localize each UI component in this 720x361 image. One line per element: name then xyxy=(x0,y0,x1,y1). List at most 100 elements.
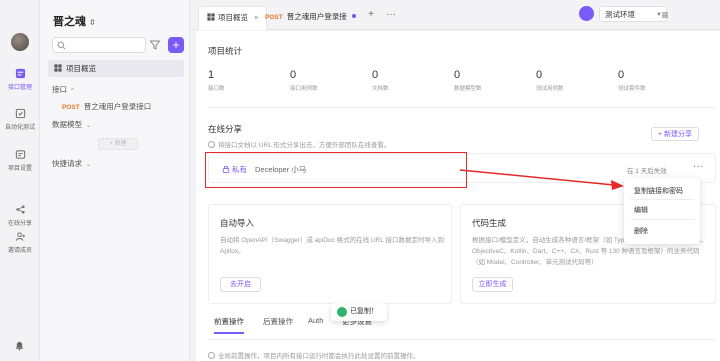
rail-item-share[interactable]: 在线分享 xyxy=(0,204,40,227)
add-tab-button[interactable]: + xyxy=(365,9,377,21)
left-rail: 接口管理 自动化测试 项目设置 在线分享 邀请成员 xyxy=(0,0,40,361)
settings-icon xyxy=(15,150,25,159)
card-title: 自动导入 xyxy=(220,218,255,228)
stat-label: 接口数 xyxy=(208,86,225,92)
share-title: 在线分享 xyxy=(208,124,243,134)
tab-post-ops[interactable]: 后置操作 xyxy=(263,316,293,327)
hint-text: 将接口文档以 URL 形式分享出去，方便外部团队在线查看。 xyxy=(218,142,391,149)
menu-divider xyxy=(630,199,694,200)
chevron-updown-icon: ⇳ xyxy=(89,18,96,27)
tab-label: 晋之魂用户登录接 xyxy=(286,12,347,21)
chevron-down-icon: ⌄ xyxy=(86,162,92,168)
sidebar-item-api[interactable]: POST 晋之魂用户登录接口 xyxy=(62,101,151,112)
search-input[interactable] xyxy=(52,37,146,53)
stat-value: 0 xyxy=(536,69,543,81)
api-name: 晋之魂用户登录接口 xyxy=(83,102,152,111)
avatar[interactable] xyxy=(11,33,29,51)
stat-value: 0 xyxy=(290,69,297,81)
stat-apis: 1 接口数 xyxy=(208,69,225,92)
bell-icon[interactable] xyxy=(14,340,25,351)
check-icon xyxy=(337,307,347,317)
toast-text: 已复制！ xyxy=(350,308,378,315)
chevron-down-icon: ⌄ xyxy=(86,123,92,129)
method-badge: POST xyxy=(62,104,80,111)
card-description: 自动将 OpenAPI（Swagger）或 apiDoc 格式的在线 URL 接… xyxy=(220,237,445,255)
sidebar-item-label: 项目概览 xyxy=(66,64,96,73)
sidebar-section-shortcuts[interactable]: 快捷请求 ⌄ xyxy=(52,158,91,169)
share-icon xyxy=(15,205,25,214)
footer-hint: 全局前置操作，项目内所有接口运行时都会执行此处设置的前置操作。 xyxy=(208,350,420,360)
info-icon xyxy=(208,141,215,148)
overview-icon xyxy=(207,13,215,21)
more-tabs-button[interactable]: ··· xyxy=(385,9,397,21)
search-icon xyxy=(57,41,66,50)
api-icon xyxy=(15,68,25,79)
stat-label: 测试用例数 xyxy=(536,86,564,92)
project-name: 晋之魂 xyxy=(53,16,86,28)
tab-label: 项目概览 xyxy=(218,13,248,22)
stats-title: 项目统计 xyxy=(208,46,243,56)
share-actions-menu: 复制链接和密码 编辑 删除 xyxy=(624,178,700,244)
menu-item-copy-link[interactable]: 复制链接和密码 xyxy=(634,186,683,196)
sidebar-section-api[interactable]: 接口 ^ xyxy=(52,84,74,95)
copied-toast: 已复制！ xyxy=(331,303,387,321)
filter-icon[interactable] xyxy=(149,39,161,51)
sidebar-item-overview[interactable]: 项目概览 xyxy=(48,60,184,77)
tab-api[interactable]: POST 晋之魂用户登录接 xyxy=(257,6,364,30)
tab-bar: 项目概览 × POST 晋之魂用户登录接 + ··· 测试环境 ▼ ≡ xyxy=(190,0,720,30)
share-expiry: 在 1 天后失效 xyxy=(627,168,667,175)
project-selector[interactable]: 晋之魂 ⇳ xyxy=(53,13,96,29)
tab-pre-ops[interactable]: 前置操作 xyxy=(214,316,244,334)
rail-item-test[interactable]: 自动化测试 xyxy=(0,108,40,131)
new-model-button[interactable]: + 新建 xyxy=(98,138,138,150)
section-label: 数据模型 xyxy=(52,120,82,129)
stat-value: 0 xyxy=(618,69,625,81)
rail-item-invite[interactable]: 邀请成员 xyxy=(0,231,40,254)
card-title: 代码生成 xyxy=(472,218,507,228)
tab-auth[interactable]: Auth xyxy=(308,316,323,325)
rail-item-label: 接口管理 xyxy=(7,85,32,91)
stat-label: 接口用例数 xyxy=(290,86,318,92)
new-share-button[interactable]: + 新建分享 xyxy=(651,127,699,141)
menu-divider xyxy=(630,219,694,220)
invite-icon xyxy=(15,232,25,241)
menu-item-delete[interactable]: 删除 xyxy=(634,226,648,236)
stat-value: 1 xyxy=(208,69,215,81)
divider xyxy=(208,107,716,108)
section-label: 快捷请求 xyxy=(52,159,82,168)
stat-value: 0 xyxy=(454,69,461,81)
annotation-highlight-box xyxy=(205,152,467,188)
environment-icon[interactable] xyxy=(579,6,594,21)
share-hint: 将接口文档以 URL 形式分享出去，方便外部团队在线查看。 xyxy=(208,139,390,149)
stat-value: 0 xyxy=(372,69,379,81)
section-label: 接口 xyxy=(52,85,67,94)
stat-test-cases: 0 测试用例数 xyxy=(536,69,564,92)
rail-item-api[interactable]: 接口管理 xyxy=(0,68,40,91)
rail-item-settings[interactable]: 项目设置 xyxy=(0,149,40,172)
more-icon[interactable]: ··· xyxy=(693,161,703,172)
environment-select[interactable]: 测试环境 ▼ xyxy=(599,6,667,22)
stat-api-cases: 0 接口用例数 xyxy=(290,69,318,92)
info-icon xyxy=(208,352,215,359)
enable-import-button[interactable]: 去开启 xyxy=(220,277,261,292)
auto-import-card: 自动导入 自动将 OpenAPI（Swagger）或 apiDoc 格式的在线 … xyxy=(208,204,452,304)
overview-icon xyxy=(54,64,62,72)
generate-code-button[interactable]: 立即生成 xyxy=(472,277,513,292)
stat-docs: 0 文档数 xyxy=(372,69,389,92)
stat-test-suites: 0 测试套件数 xyxy=(618,69,646,92)
method-badge: POST xyxy=(265,14,283,21)
sidebar-section-models[interactable]: 数据模型 ⌄ xyxy=(52,119,91,130)
rail-item-label: 自动化测试 xyxy=(4,125,35,131)
project-sidebar: 晋之魂 ⇳ + 项目概览 接口 ^ POST 晋之魂用户登录接口 数据模型 ⌄ + 新建… xyxy=(40,0,190,361)
unsaved-dot xyxy=(351,14,356,18)
stat-models: 0 数据模型数 xyxy=(454,69,482,92)
chevron-up-icon: ^ xyxy=(71,88,74,94)
menu-icon[interactable]: ≡ xyxy=(659,9,671,21)
rail-item-label: 在线分享 xyxy=(7,221,32,227)
rail-item-label: 邀请成员 xyxy=(7,248,32,254)
hint-text: 全局前置操作，项目内所有接口运行时都会执行此处设置的前置操作。 xyxy=(218,353,420,360)
stat-label: 数据模型数 xyxy=(454,86,482,92)
environment-name: 测试环境 xyxy=(605,10,635,19)
add-button[interactable]: + xyxy=(168,37,184,53)
menu-item-edit[interactable]: 编辑 xyxy=(634,205,648,215)
